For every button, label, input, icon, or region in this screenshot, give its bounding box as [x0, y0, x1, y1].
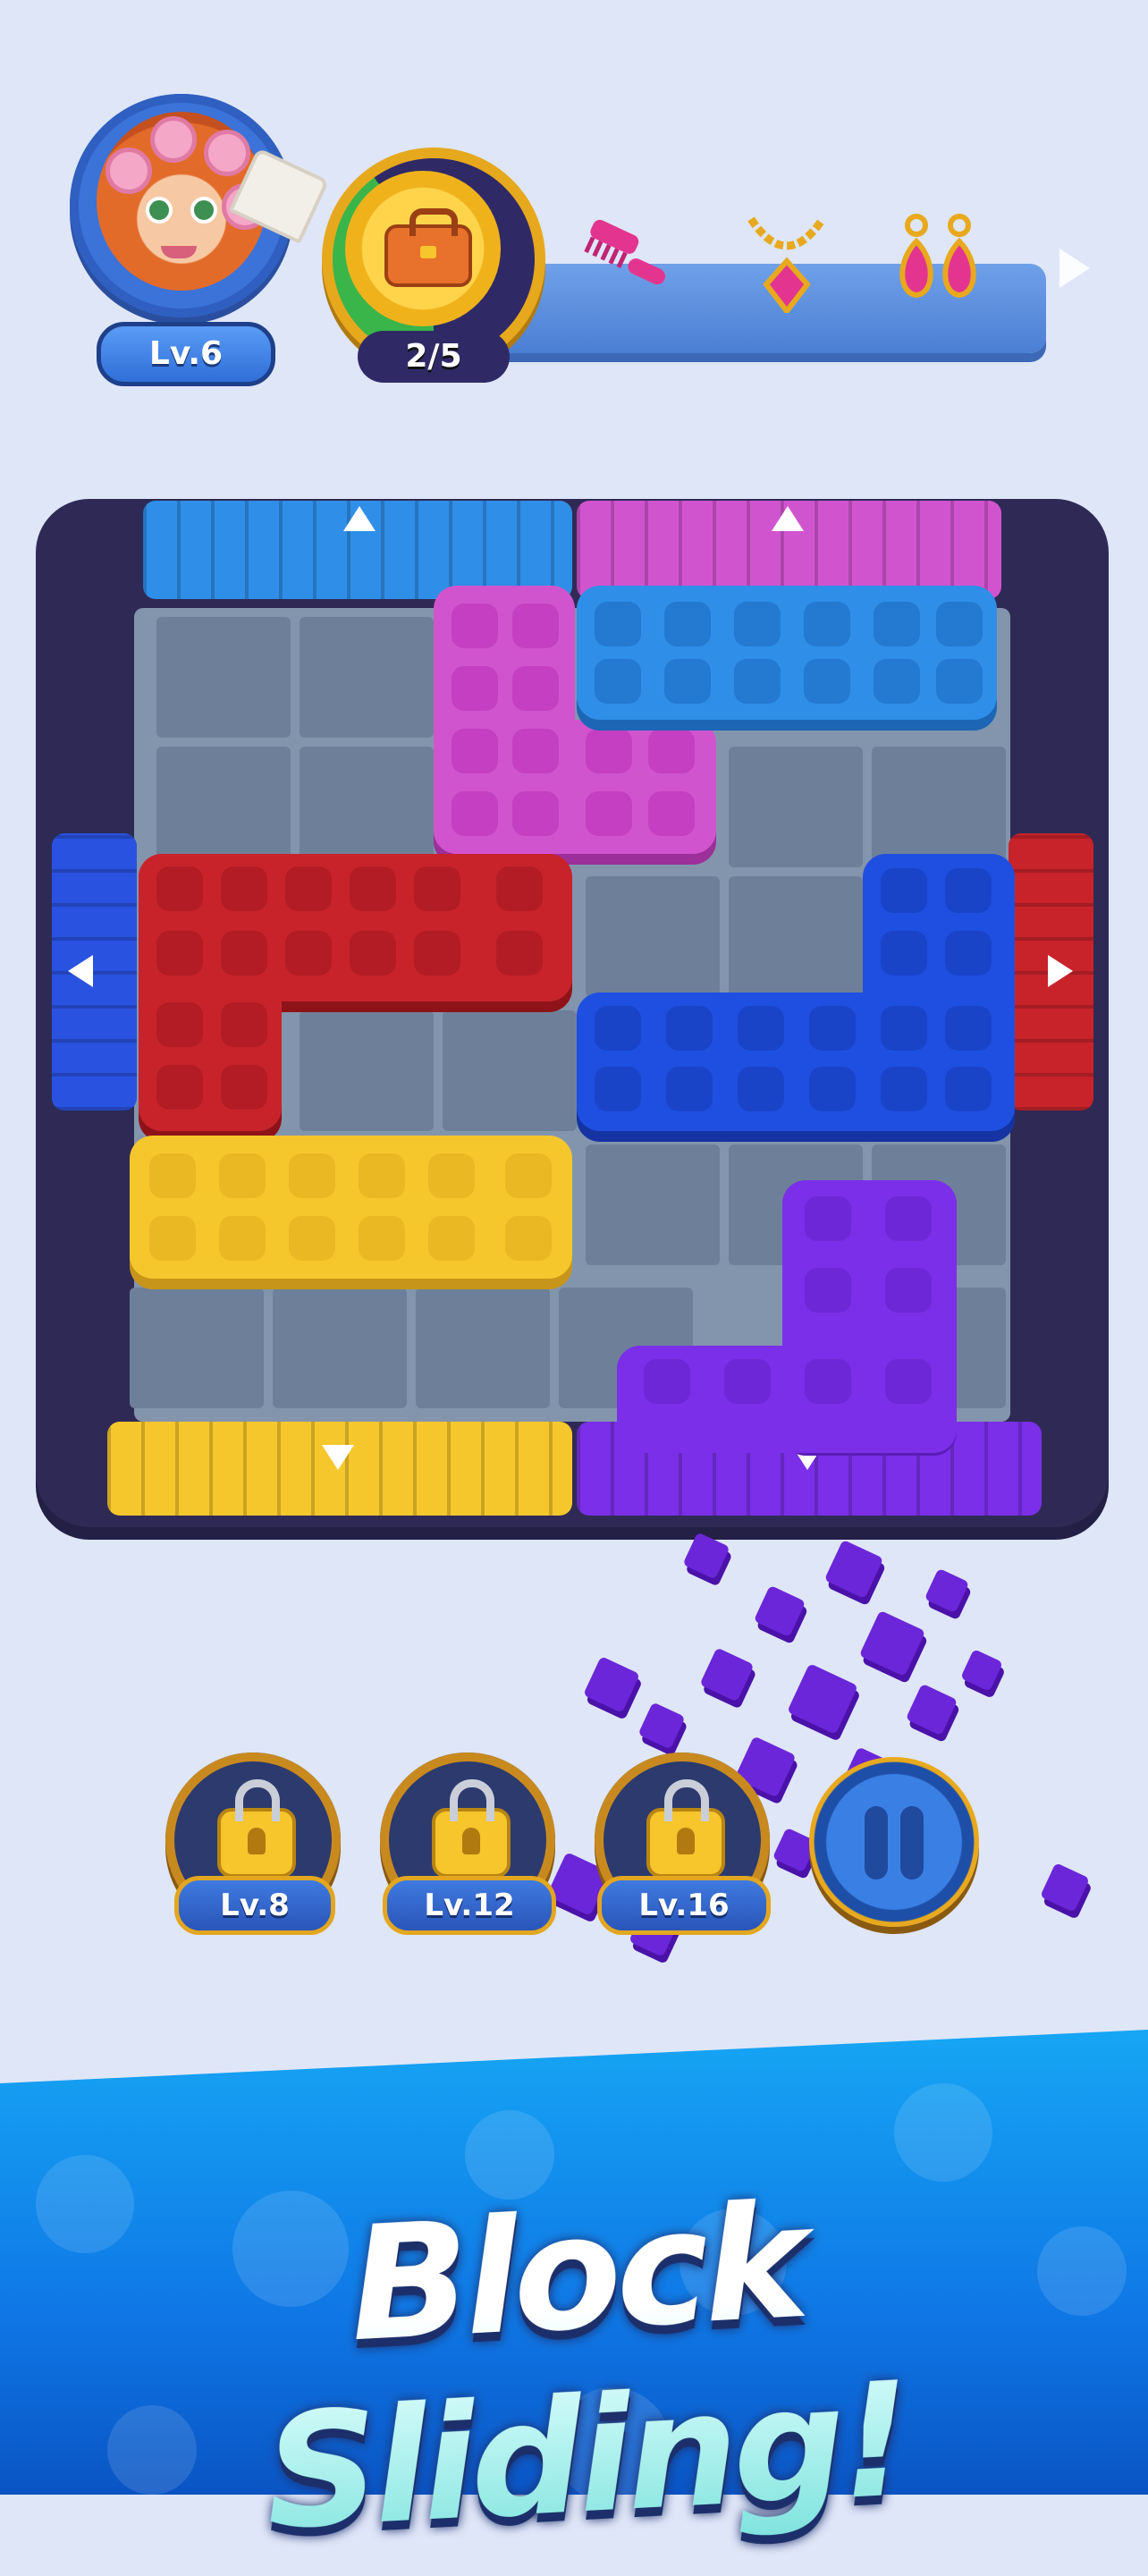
arrow-up-icon: [772, 506, 804, 531]
booster-1-level: Lv.8: [174, 1876, 335, 1935]
booster-3-level: Lv.16: [597, 1876, 771, 1935]
player-avatar[interactable]: [70, 94, 330, 317]
arrow-left-icon: [68, 955, 93, 987]
player-level-badge: Lv.6: [97, 322, 275, 386]
blue-block[interactable]: [577, 586, 997, 720]
bottom-yellow-gate: [107, 1422, 572, 1516]
yellow-block[interactable]: [130, 1136, 572, 1279]
top-pink-gate: [577, 501, 1001, 599]
padlock-icon: [432, 1779, 511, 1878]
earrings-icon: [890, 206, 988, 304]
padlock-icon: [217, 1779, 296, 1878]
left-blue-gate: [52, 833, 137, 1111]
handbag-icon: [384, 208, 472, 287]
play-arrow-icon[interactable]: [1059, 249, 1090, 288]
arrow-down-icon: [322, 1445, 354, 1470]
comb-icon: [572, 210, 671, 308]
pause-button[interactable]: [809, 1757, 979, 1927]
top-blue-gate: [143, 501, 572, 599]
arrow-up-icon: [343, 506, 376, 531]
banner-title: Block Sliding!: [36, 2154, 1127, 2576]
arrow-right-icon: [1048, 955, 1073, 987]
collection-progress-text: 2/5: [358, 331, 510, 383]
right-red-gate: [1009, 833, 1093, 1111]
necklace-icon: [738, 206, 836, 316]
pause-icon: [865, 1806, 888, 1879]
booster-2-level: Lv.12: [383, 1876, 556, 1935]
padlock-icon: [646, 1779, 725, 1878]
